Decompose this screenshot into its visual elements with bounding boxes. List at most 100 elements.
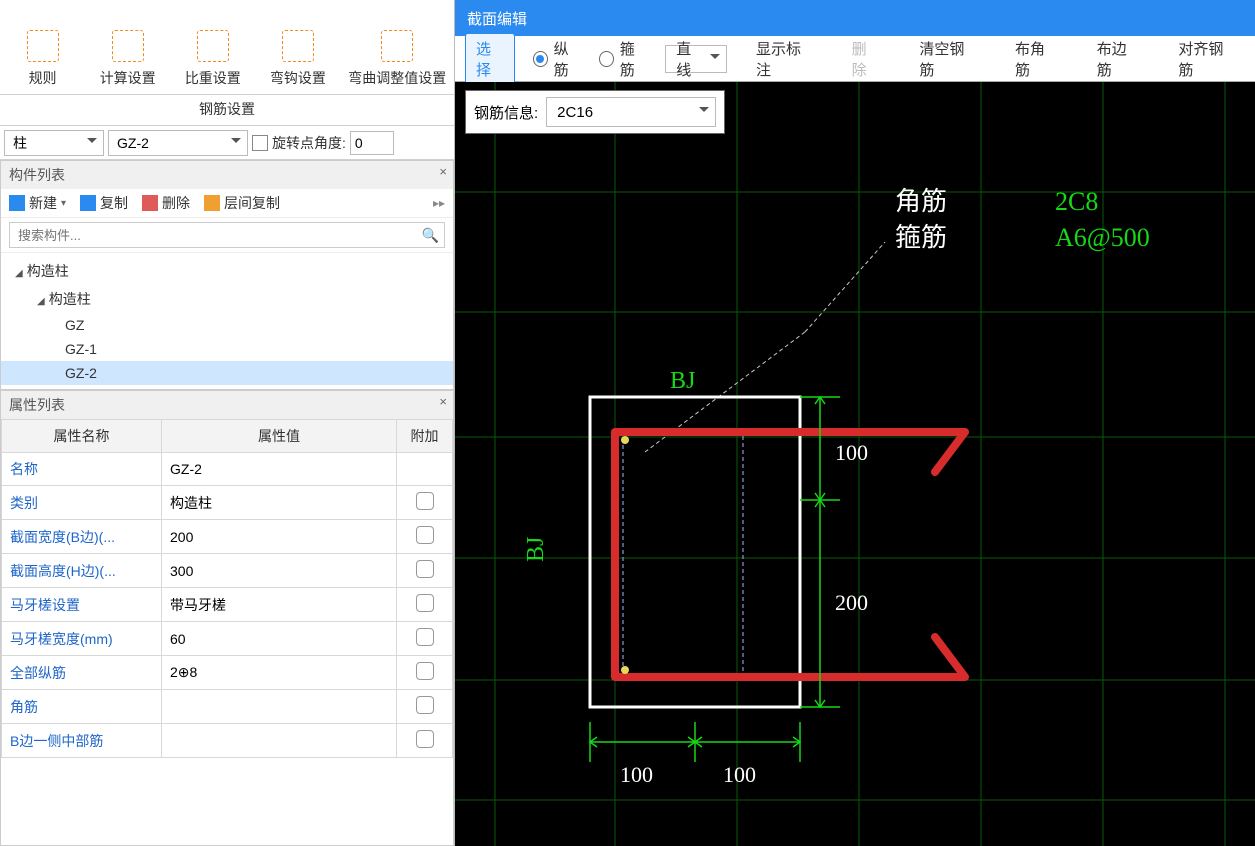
prop-value[interactable] (162, 724, 397, 758)
property-row[interactable]: 截面宽度(B边)(...200 (2, 520, 453, 554)
tree-item-gz1[interactable]: GZ-1 (1, 337, 453, 361)
corner-dot (621, 436, 629, 444)
more-icon[interactable]: ▸▸ (433, 196, 445, 210)
property-panel-header: 属性列表 × (1, 391, 453, 419)
checkbox-icon[interactable] (416, 526, 434, 544)
prop-extra[interactable] (397, 486, 453, 520)
prop-name: 马牙槎设置 (2, 588, 162, 622)
property-table: 属性名称 属性值 附加 名称GZ-2类别构造柱截面宽度(B边)(...200截面… (1, 419, 453, 758)
dim-v1: 100 (835, 440, 868, 465)
prop-value[interactable] (162, 690, 397, 724)
radio-longbar[interactable]: 纵筋 (533, 38, 581, 80)
ribbon-item-bend[interactable]: 弯曲调整值设置 (341, 30, 455, 94)
clear-rebar-button[interactable]: 清空钢筋 (908, 33, 986, 85)
legend-stirrup-value: A6@500 (1055, 223, 1150, 252)
checkbox-icon[interactable] (416, 730, 434, 748)
radio-dot-icon (599, 51, 614, 67)
checkbox-icon[interactable] (416, 492, 434, 510)
dim-h1: 100 (620, 762, 653, 787)
prop-value[interactable]: 带马牙槎 (162, 588, 397, 622)
property-row[interactable]: 类别构造柱 (2, 486, 453, 520)
search-icon[interactable]: 🔍 (422, 227, 439, 244)
close-icon[interactable]: × (439, 394, 447, 409)
delete-button[interactable]: 删除 (142, 193, 190, 213)
section-canvas[interactable]: 角筋 2C8 箍筋 A6@500 BJ BJ (455, 82, 1255, 846)
tree-sub[interactable]: 构造柱 (1, 285, 453, 313)
dim-v2: 200 (835, 590, 868, 615)
property-row[interactable]: 角筋 (2, 690, 453, 724)
checkbox-icon[interactable] (416, 662, 434, 680)
radio-stirrup[interactable]: 箍筋 (599, 38, 647, 80)
corner-dot (621, 666, 629, 674)
section-editor-title: 截面编辑 (455, 0, 1255, 36)
prop-name: 名称 (2, 453, 162, 486)
property-row[interactable]: 截面高度(H边)(...300 (2, 554, 453, 588)
weight-icon (197, 30, 229, 62)
floor-copy-button[interactable]: 层间复制 (204, 193, 280, 213)
prop-extra[interactable] (397, 690, 453, 724)
red-annotation (615, 432, 965, 677)
copy-icon (80, 195, 96, 211)
property-row[interactable]: 马牙槎设置带马牙槎 (2, 588, 453, 622)
col-value: 属性值 (162, 420, 397, 453)
prop-name: 类别 (2, 486, 162, 520)
rebar-info-combo[interactable]: 2C16 (546, 97, 716, 127)
corner-rebar-button[interactable]: 布角筋 (1004, 33, 1068, 85)
property-row[interactable]: 名称GZ-2 (2, 453, 453, 486)
component-panel: 构件列表 × 新建 ▾ 复制 删除 层间复制 ▸▸ 🔍 构造柱 构造柱 GZ G… (0, 160, 454, 390)
col-extra: 附加 (397, 420, 453, 453)
ribbon-item-weight[interactable]: 比重设置 (170, 30, 255, 94)
floor-copy-icon (204, 195, 220, 211)
ribbon-item-rule[interactable]: 规则 (0, 30, 85, 94)
select-button[interactable]: 选择 (465, 33, 515, 85)
category-combo[interactable]: 柱 (4, 130, 104, 156)
component-toolbar: 新建 ▾ 复制 删除 层间复制 ▸▸ (1, 189, 453, 218)
prop-value[interactable]: 300 (162, 554, 397, 588)
tree-item-gz[interactable]: GZ (1, 313, 453, 337)
checkbox-icon[interactable] (416, 560, 434, 578)
copy-button[interactable]: 复制 (80, 193, 128, 213)
align-rebar-button[interactable]: 对齐钢筋 (1167, 33, 1245, 85)
prop-value[interactable]: 2⊕8 (162, 656, 397, 690)
col-name: 属性名称 (2, 420, 162, 453)
rotate-checkbox[interactable] (252, 135, 268, 151)
delete-icon (142, 195, 158, 211)
ribbon-item-calc[interactable]: 计算设置 (85, 30, 170, 94)
prop-value[interactable]: 60 (162, 622, 397, 656)
property-row[interactable]: B边一侧中部筋 (2, 724, 453, 758)
ribbon-item-hook[interactable]: 弯钩设置 (255, 30, 340, 94)
prop-extra[interactable] (397, 588, 453, 622)
rotate-value-input[interactable] (350, 131, 394, 155)
prop-extra[interactable] (397, 622, 453, 656)
prop-value[interactable]: GZ-2 (162, 453, 397, 486)
property-row[interactable]: 全部纵筋2⊕8 (2, 656, 453, 690)
prop-extra[interactable] (397, 656, 453, 690)
prop-name: B边一侧中部筋 (2, 724, 162, 758)
checkbox-icon[interactable] (416, 628, 434, 646)
legend-corner-label: 角筋 (895, 187, 947, 216)
search-input[interactable] (9, 222, 445, 248)
bj-left-label: BJ (523, 537, 549, 562)
show-dim-button[interactable]: 显示标注 (745, 33, 823, 85)
close-icon[interactable]: × (439, 164, 447, 179)
new-button[interactable]: 新建 ▾ (9, 193, 66, 213)
tree-root[interactable]: 构造柱 (1, 257, 453, 285)
tree-item-gz2[interactable]: GZ-2 (1, 361, 453, 385)
radio-dot-on-icon (533, 51, 548, 67)
line-combo[interactable]: 直线 (665, 45, 727, 73)
component-panel-header: 构件列表 × (1, 161, 453, 189)
prop-value[interactable]: 200 (162, 520, 397, 554)
prop-extra[interactable] (397, 724, 453, 758)
prop-extra[interactable] (397, 554, 453, 588)
section-outline (590, 397, 800, 707)
prop-extra[interactable] (397, 520, 453, 554)
property-row[interactable]: 马牙槎宽度(mm)60 (2, 622, 453, 656)
member-combo[interactable]: GZ-2 (108, 130, 248, 156)
prop-extra[interactable] (397, 453, 453, 486)
checkbox-icon[interactable] (416, 594, 434, 612)
prop-value[interactable]: 构造柱 (162, 486, 397, 520)
bend-icon (381, 30, 413, 62)
checkbox-icon[interactable] (416, 696, 434, 714)
delete-rebar-button[interactable]: 删除 (841, 33, 891, 85)
edge-rebar-button[interactable]: 布边筋 (1086, 33, 1150, 85)
